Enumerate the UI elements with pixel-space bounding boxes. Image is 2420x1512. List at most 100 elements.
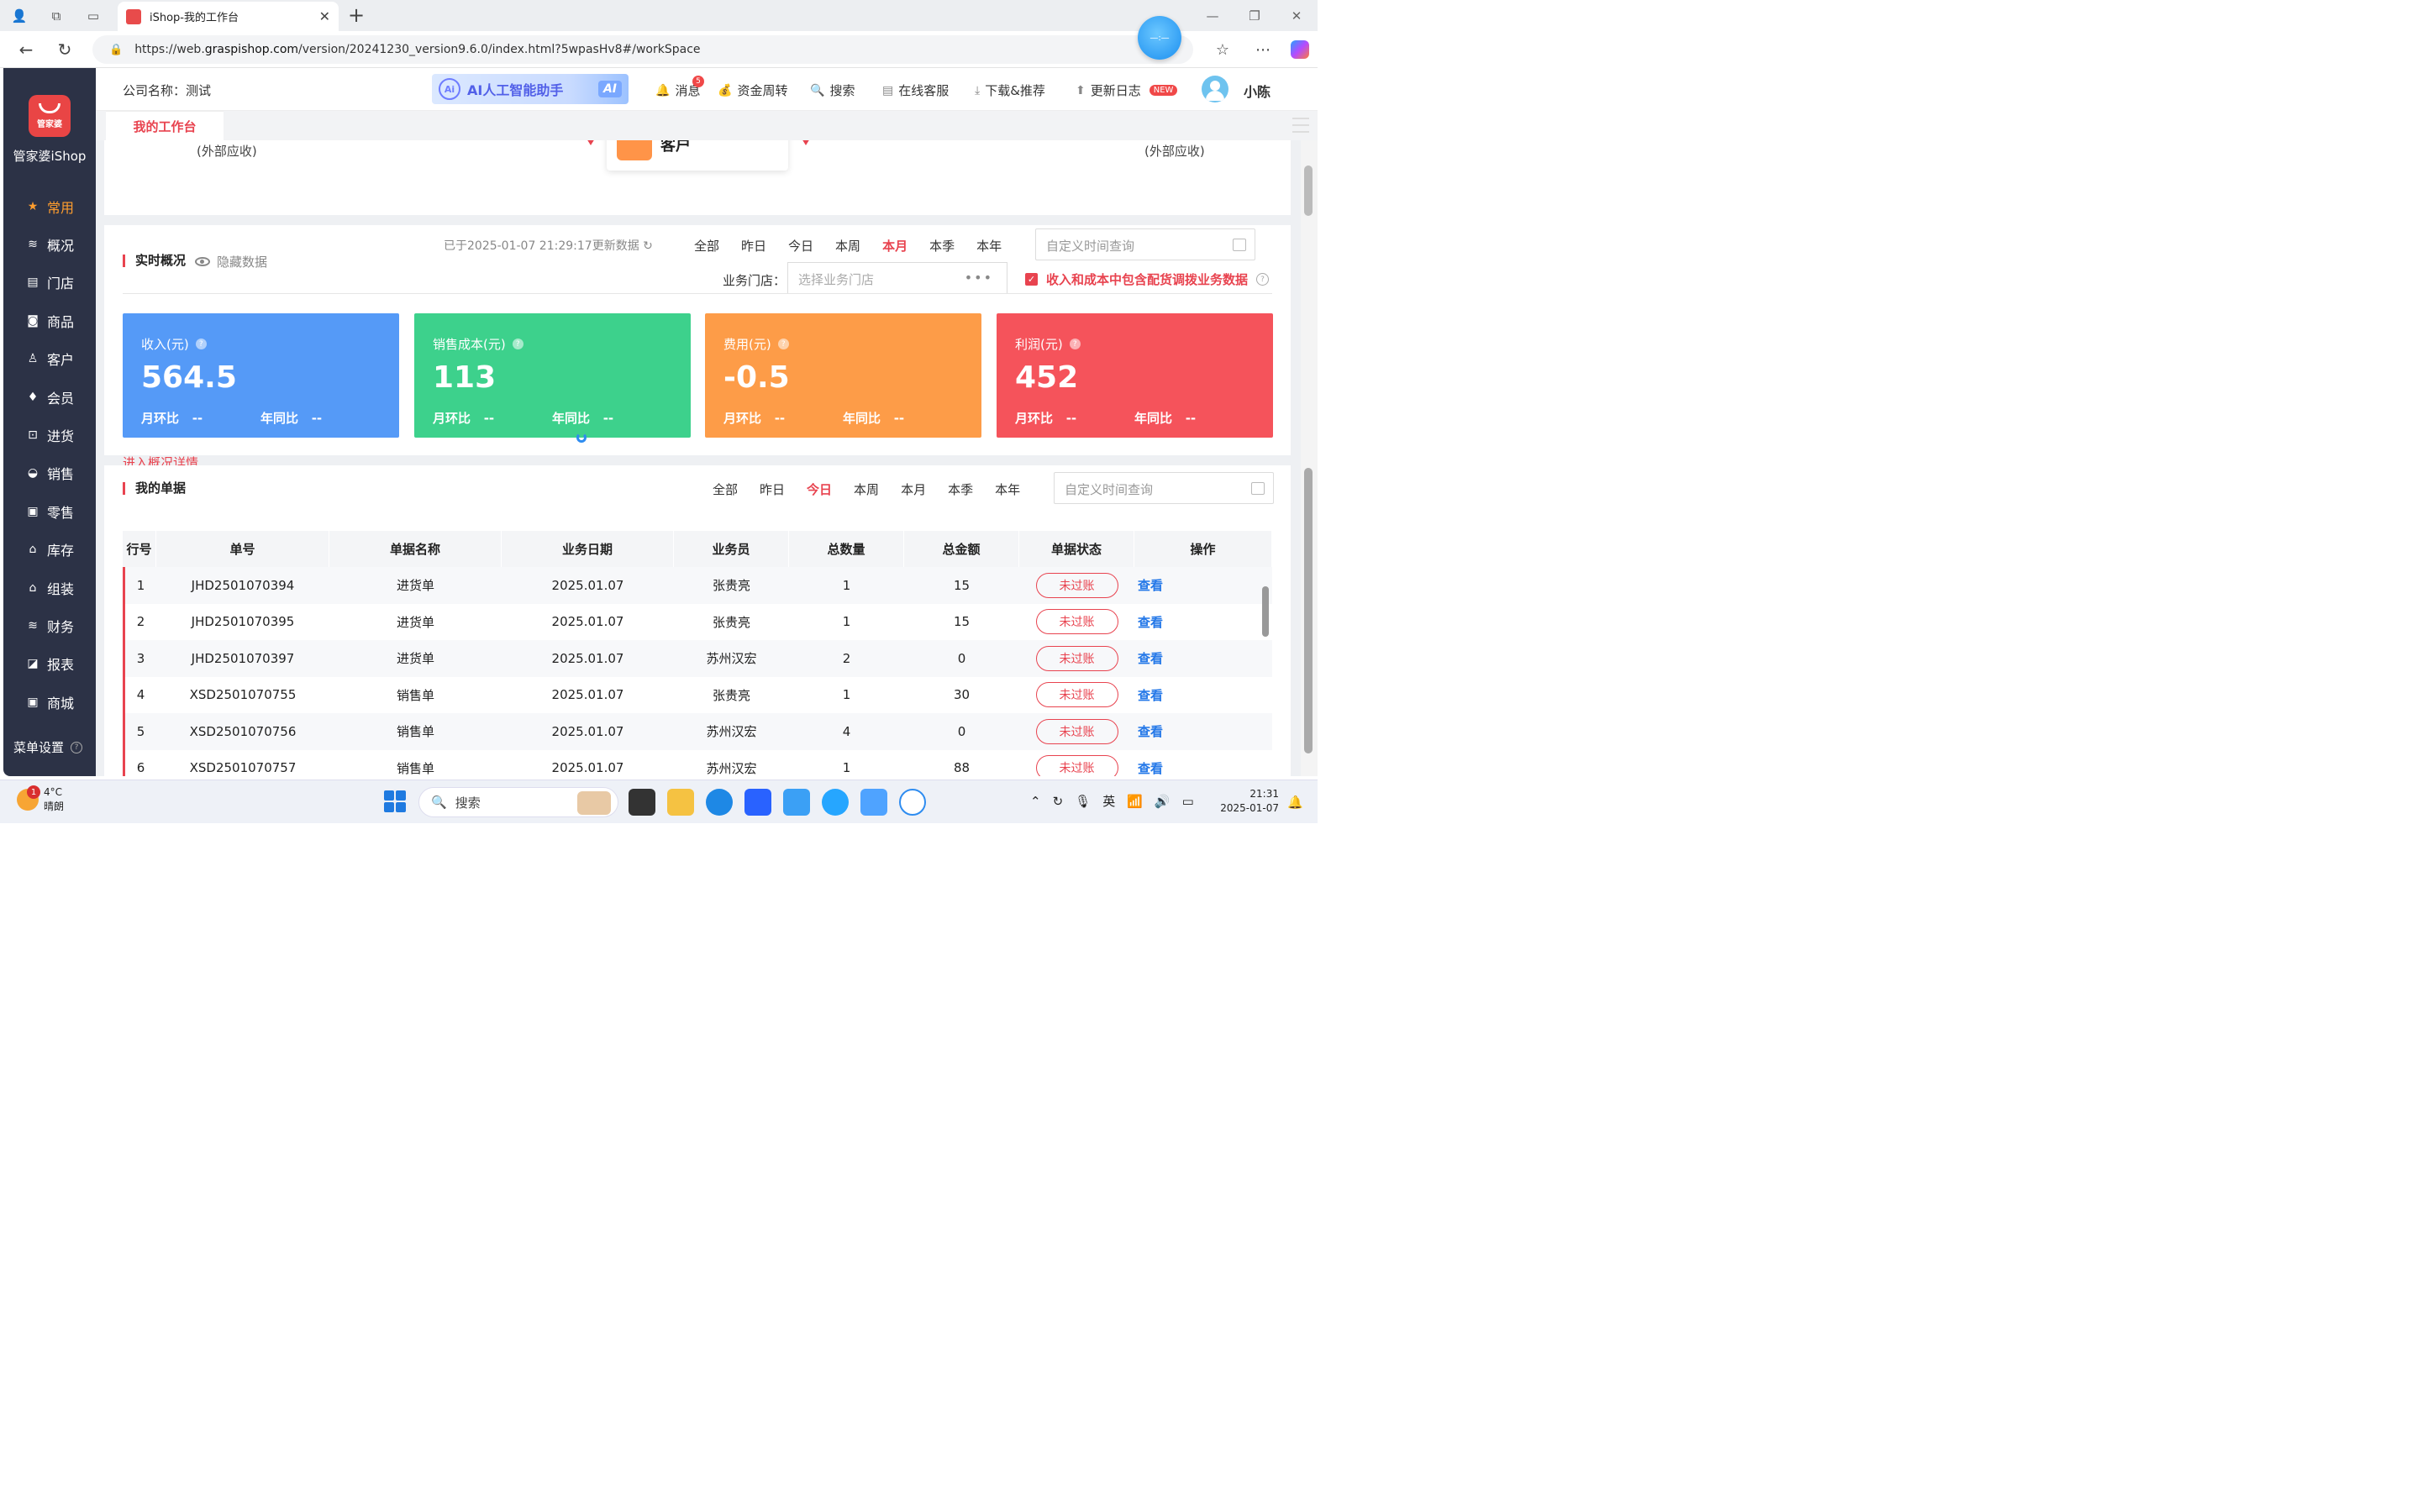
ime-indicator[interactable]: 英 [1102,792,1115,810]
view-link[interactable]: 查看 [1138,759,1163,776]
ai-assistant-banner[interactable]: Ai AI人工智能助手 AI [432,74,629,104]
user-name[interactable]: 小陈 [1244,81,1270,101]
start-icon[interactable] [384,790,406,812]
stat-card[interactable]: 费用(元)? -0.5 月环比 -- 年同比 -- [705,313,981,438]
filter-option[interactable]: 全部 [694,237,719,255]
store-select[interactable]: 选择业务门店 ••• [787,262,1007,294]
sidebar-item[interactable]: ▣ 零售 [3,492,96,530]
table-scrollbar[interactable] [1262,570,1269,767]
volume-icon[interactable]: 🔊 [1155,794,1171,809]
restore-icon[interactable]: ❐ [1234,0,1276,31]
page-scrollbar[interactable] [1301,140,1318,776]
download-button[interactable]: ⤓ 下载&推荐 [975,81,1045,99]
changelog-button[interactable]: ⬆ 更新日志 NEW [1076,81,1178,99]
help-icon[interactable]: ? [1069,339,1081,349]
copilot-app-icon[interactable] [860,789,887,816]
filter-option[interactable]: 本年 [976,237,1002,255]
sidebar-item[interactable]: ⊡ 进货 [3,416,96,454]
myhp-icon[interactable] [783,789,810,816]
wifi-icon[interactable]: 📶 [1127,794,1143,809]
view-link[interactable]: 查看 [1138,576,1163,594]
sidebar-item[interactable]: ♦ 会员 [3,378,96,416]
taskbar-search[interactable]: 🔍 搜索 [418,787,618,817]
documents-date-input[interactable]: 自定义时间查询 [1054,472,1274,504]
sidebar-item[interactable]: ≋ 概况 [3,225,96,263]
search-button[interactable]: 🔍 搜索 [810,81,855,99]
filter-option[interactable]: 今日 [788,237,813,255]
sync-icon[interactable]: ↻ [1053,794,1064,809]
sidebar-item[interactable]: ◪ 报表 [3,645,96,683]
clock[interactable]: 21:31 2025-01-07 [1220,787,1279,816]
profile-icon[interactable]: 👤 [7,5,32,27]
battery-icon[interactable]: ▭ [1182,794,1194,809]
sidebar-item[interactable]: ⌂ 库存 [3,531,96,569]
sidebar-item[interactable]: ◒ 销售 [3,454,96,492]
help-icon[interactable]: ? [71,741,83,753]
floating-assistant-icon[interactable]: —:— [1138,16,1181,60]
filter-option[interactable]: 昨日 [760,480,785,498]
tab-actions-icon[interactable]: ▭ [81,5,106,27]
graspishop-app-icon[interactable] [899,789,926,816]
stat-card[interactable]: 销售成本(元)? 113 月环比 -- 年同比 -- [414,313,691,438]
sidebar-item[interactable]: ▣ 商城 [3,683,96,721]
copilot-icon[interactable] [1291,40,1309,59]
filter-option[interactable]: 今日 [807,480,832,498]
help-icon[interactable]: ? [195,339,207,349]
close-window-icon[interactable]: ✕ [1276,0,1318,31]
favorites-icon[interactable]: ☆ [1210,38,1235,61]
more-icon[interactable]: ⋯ [1250,38,1276,61]
avatar[interactable] [1202,76,1228,102]
stat-card[interactable]: 收入(元)? 564.5 月环比 -- 年同比 -- [123,313,399,438]
filter-option[interactable]: 全部 [713,480,738,498]
sidebar-item[interactable]: ◙ 商品 [3,302,96,339]
view-link[interactable]: 查看 [1138,686,1163,704]
filter-option[interactable]: 本季 [929,237,955,255]
help-icon[interactable]: ? [1256,273,1270,286]
refresh-icon[interactable]: ↻ [643,239,653,253]
weather-widget[interactable]: 4°C 晴朗 [17,785,64,814]
sidebar-item[interactable]: ★ 常用 [3,187,96,225]
customer-card[interactable]: 客户 [607,140,788,171]
edge-icon[interactable] [706,789,733,816]
overview-date-input[interactable]: 自定义时间查询 [1035,228,1255,260]
filter-option[interactable]: 本周 [854,480,879,498]
sidebar-item[interactable]: ⌂ 组装 [3,569,96,606]
reload-icon[interactable]: ↻ [52,38,77,61]
filter-option[interactable]: 昨日 [741,237,766,255]
file-explorer-icon[interactable] [667,789,694,816]
tab-workspace[interactable]: 我的工作台 [106,111,224,140]
funds-button[interactable]: 💰 资金周转 [718,81,787,99]
filter-option[interactable]: 本年 [995,480,1020,498]
microphone-icon[interactable]: 🎙 [1075,794,1091,809]
help-icon[interactable]: ? [777,339,789,349]
sidebar-item[interactable]: ♙ 客户 [3,340,96,378]
chevron-up-icon[interactable]: ⌃ [1030,794,1041,809]
minimize-icon[interactable]: — [1192,0,1234,31]
address-bar[interactable]: 🔒 https://web.graspishop.com/version/202… [92,35,1193,64]
hide-data-toggle[interactable]: 隐藏数据 [195,253,267,270]
new-tab-button[interactable]: + [348,3,365,27]
help-icon[interactable]: ? [512,339,523,349]
menu-settings[interactable]: 菜单设置 ? [13,738,83,756]
online-service-button[interactable]: ▤ 在线客服 [882,81,949,99]
sidebar-item[interactable]: ≋ 财务 [3,606,96,644]
filter-option[interactable]: 本季 [948,480,973,498]
filter-option[interactable]: 本周 [835,237,860,255]
view-link[interactable]: 查看 [1138,722,1163,740]
close-tab-icon[interactable]: ✕ [319,8,330,24]
include-transfer-checkbox[interactable]: ✓ 收入和成本中包含配货调拨业务数据? [1025,270,1270,288]
view-link[interactable]: 查看 [1138,613,1163,631]
help-app-icon[interactable] [822,789,849,816]
notification-icon[interactable]: 🔔 [1287,795,1303,810]
browser-tab-active[interactable]: iShop-我的工作台 ✕ [118,2,339,31]
sidebar-item[interactable]: ▤ 门店 [3,264,96,302]
stat-card[interactable]: 利润(元)? 452 月环比 -- 年同比 -- [997,313,1273,438]
taskview-icon[interactable] [629,789,655,816]
store-app-icon[interactable] [744,789,771,816]
hamburger-icon[interactable] [1292,118,1309,133]
filter-option[interactable]: 本月 [901,480,926,498]
back-icon[interactable]: ← [13,38,39,61]
view-link[interactable]: 查看 [1138,649,1163,667]
collections-icon[interactable]: ⧉ [44,5,69,27]
filter-option[interactable]: 本月 [882,237,908,255]
